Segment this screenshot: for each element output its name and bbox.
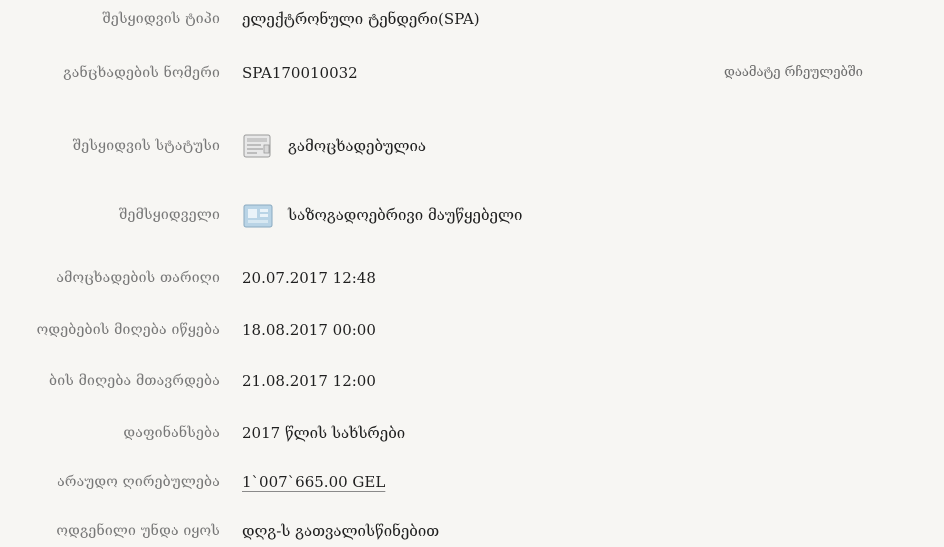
row-offers-end: ბის მიღება მთავრდება 21.08.2017 12:00	[0, 366, 944, 396]
procurement-status-value: გამოცხადებულია	[288, 137, 426, 155]
procurement-status-label: შესყიდვის სტატუსი	[72, 138, 220, 154]
funding-value: 2017 წლის სახსრები	[242, 424, 406, 442]
row-must-be: ოდგენილი უნდა იყოს დღგ-ს გათვალისწინებით	[0, 516, 944, 546]
procurement-status-value-wrap: გამოცხადებულია	[242, 131, 426, 161]
offers-end-value: 21.08.2017 12:00	[242, 372, 376, 390]
row-funding: დაფინანსება 2017 წლის სახსრები	[0, 418, 944, 448]
estimated-value-label: არაუდო ღირებულება	[57, 474, 220, 490]
offers-start-label: ოდებების მიღება იწყება	[36, 322, 220, 338]
row-announce-date: ამოცხადების თარიღი 20.07.2017 12:48	[0, 263, 944, 293]
row-procurement-status: შესყიდვის სტატუსი გამოცხადებულია	[0, 131, 944, 161]
buyer-value: საზოგადოებრივი მაუწყებელი	[288, 206, 523, 224]
row-announcement-number: განცხადების ნომერი SPA170010032 დაამატე …	[0, 58, 944, 88]
buyer-value-wrap: საზოგადოებრივი მაუწყებელი	[242, 200, 522, 230]
must-be-label: ოდგენილი უნდა იყოს	[56, 523, 220, 539]
estimated-value-link[interactable]: 1`007`665.00 GEL	[242, 467, 385, 497]
offers-end-label: ბის მიღება მთავრდება	[49, 373, 220, 389]
announcement-number-value: SPA170010032	[242, 64, 358, 82]
row-buyer: შემსყიდველი საზოგადოებრივი მაუწყებელი	[0, 200, 944, 230]
add-to-favorites-link[interactable]: დაამატე რჩეულებში	[724, 58, 863, 88]
document-icon	[242, 132, 278, 160]
offers-start-value: 18.08.2017 00:00	[242, 321, 376, 339]
row-procurement-type: შესყიდვის ტიპი ელექტრონული ტენდერი(SPA)	[0, 4, 944, 34]
organization-icon	[242, 201, 278, 229]
announcement-number-label: განცხადების ნომერი	[63, 65, 220, 81]
announce-date-label: ამოცხადების თარიღი	[56, 270, 220, 286]
row-offers-start: ოდებების მიღება იწყება 18.08.2017 00:00	[0, 315, 944, 345]
funding-label: დაფინანსება	[123, 425, 220, 441]
procurement-type-value: ელექტრონული ტენდერი(SPA)	[242, 10, 480, 28]
must-be-value: დღგ-ს გათვალისწინებით	[242, 522, 440, 540]
procurement-type-label: შესყიდვის ტიპი	[102, 11, 220, 27]
buyer-label: შემსყიდველი	[119, 207, 220, 223]
announce-date-value: 20.07.2017 12:48	[242, 269, 376, 287]
row-estimated-value: არაუდო ღირებულება 1`007`665.00 GEL	[0, 467, 944, 497]
